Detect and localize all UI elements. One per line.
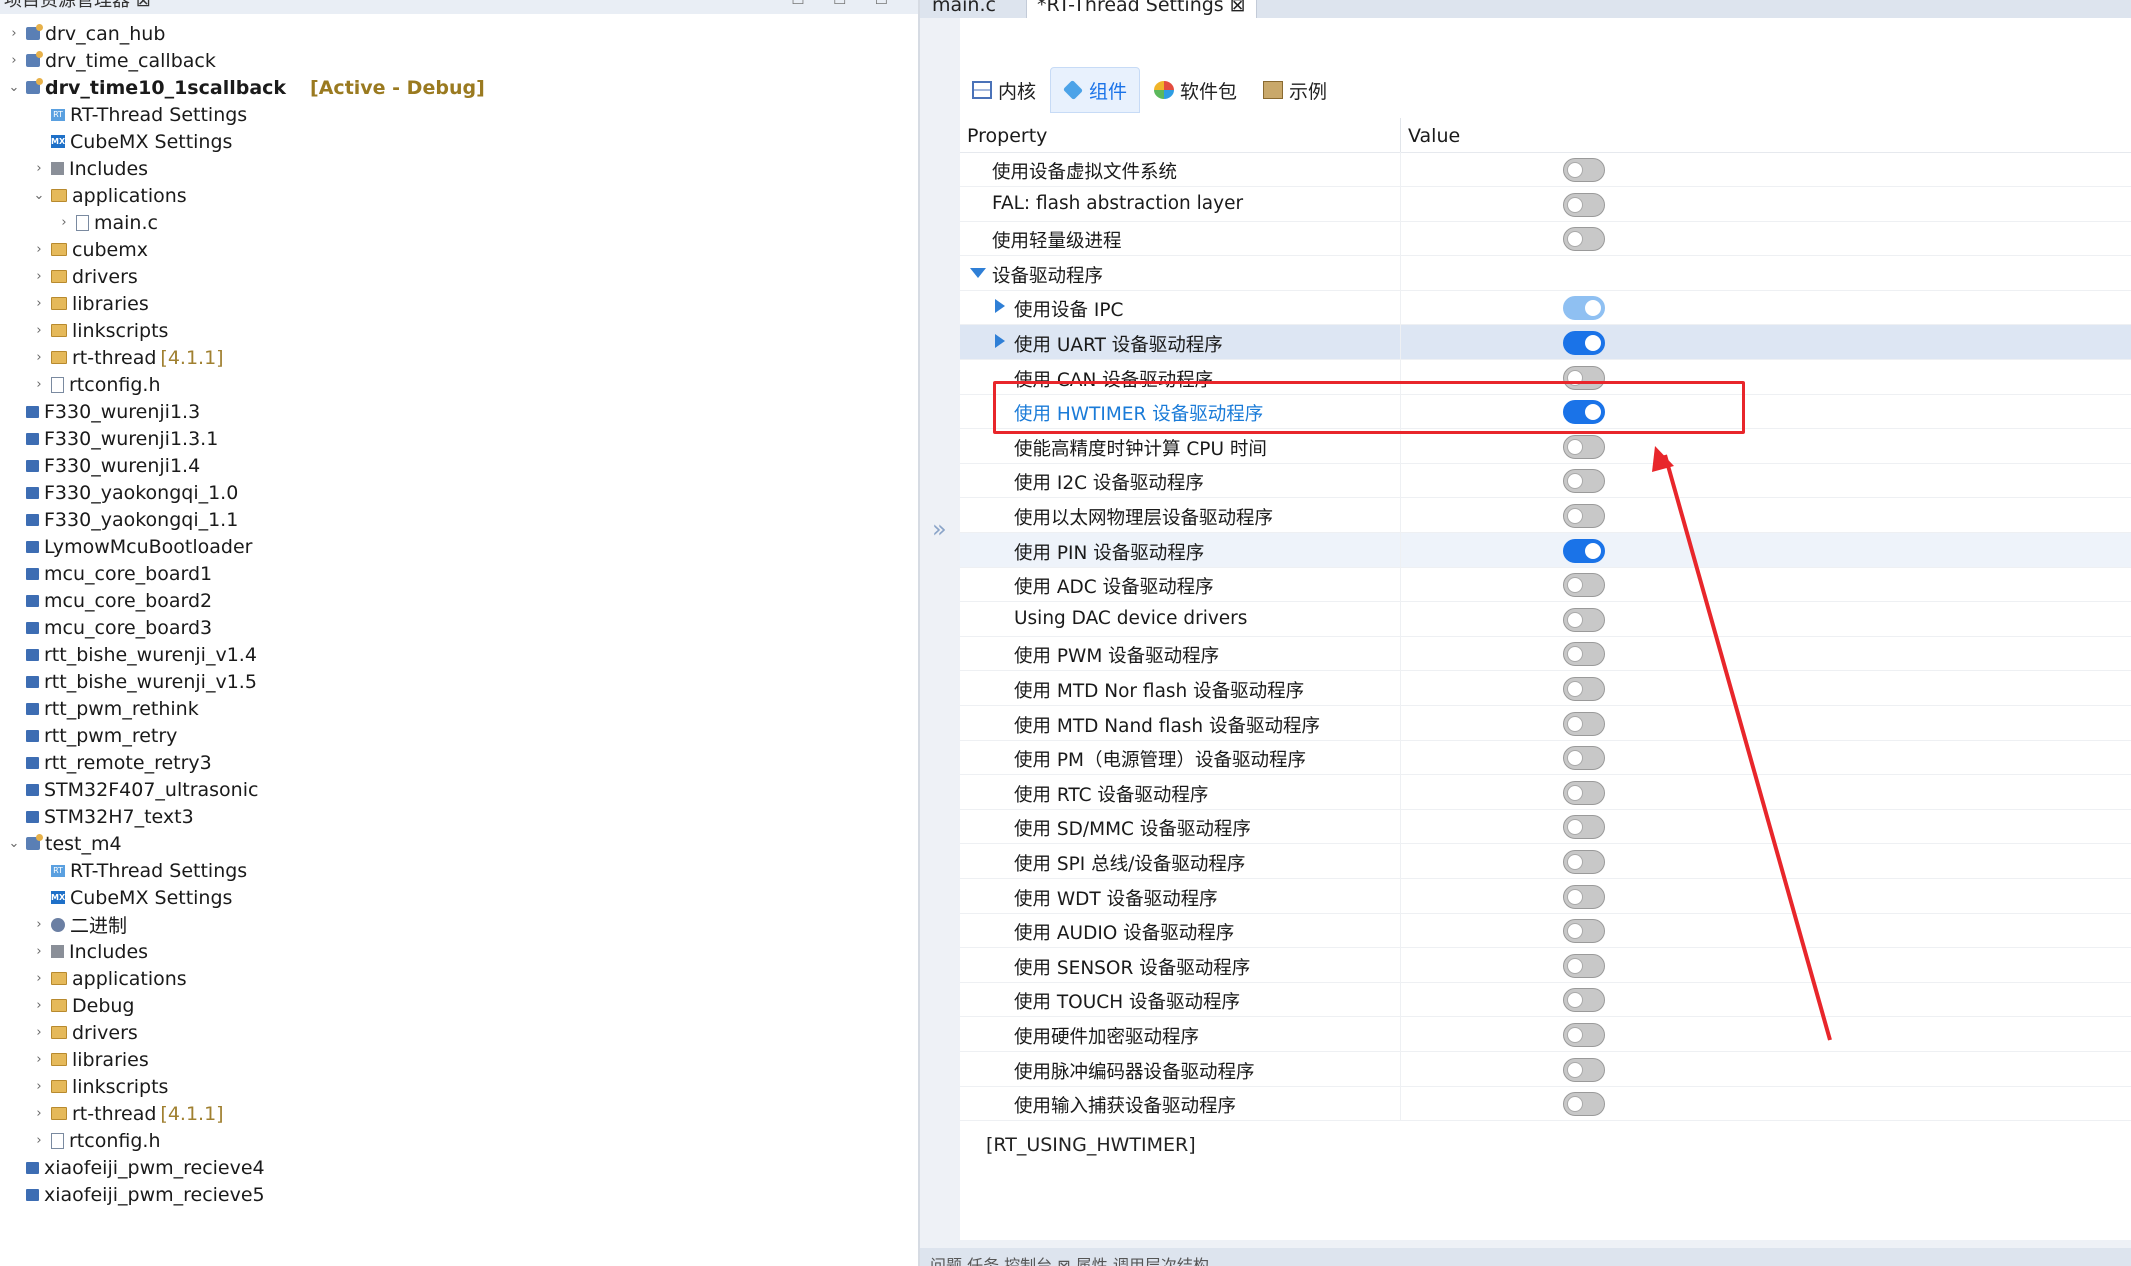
- annotation-arrow: [1652, 446, 1832, 1041]
